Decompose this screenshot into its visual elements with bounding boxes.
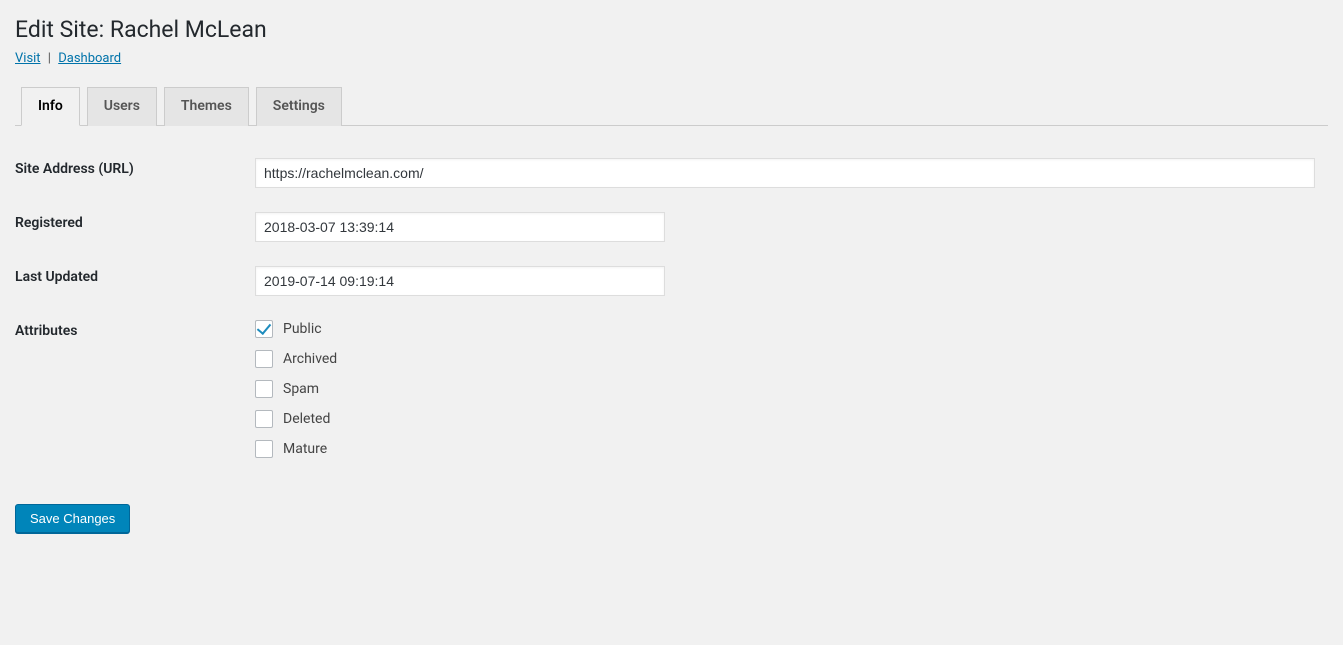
nav-tabs: Info Users Themes Settings — [15, 86, 1328, 126]
attr-archived-label: Archived — [283, 351, 337, 367]
edit-site-page: Edit Site: Rachel McLean Visit | Dashboa… — [0, 0, 1343, 553]
attr-public-label: Public — [283, 321, 322, 337]
registered-label: Registered — [15, 200, 255, 254]
attr-spam-label: Spam — [283, 381, 319, 397]
last-updated-label: Last Updated — [15, 254, 255, 308]
attr-spam-checkbox[interactable] — [255, 380, 273, 398]
save-changes-button[interactable]: Save Changes — [15, 504, 130, 533]
tab-themes[interactable]: Themes — [164, 87, 249, 126]
tab-info[interactable]: Info — [21, 87, 80, 126]
sublinks: Visit | Dashboard — [15, 51, 1328, 66]
attr-archived-checkbox[interactable] — [255, 350, 273, 368]
tab-users[interactable]: Users — [87, 87, 157, 126]
attributes-label: Attributes — [15, 308, 255, 482]
attr-mature-label: Mature — [283, 441, 327, 457]
registered-input[interactable] — [255, 212, 665, 242]
attr-mature[interactable]: Mature — [255, 440, 1318, 458]
attr-public-checkbox[interactable] — [255, 320, 273, 338]
attr-deleted-checkbox[interactable] — [255, 410, 273, 428]
attr-mature-checkbox[interactable] — [255, 440, 273, 458]
attr-spam[interactable]: Spam — [255, 380, 1318, 398]
attr-deleted[interactable]: Deleted — [255, 410, 1318, 428]
attr-deleted-label: Deleted — [283, 411, 330, 427]
separator: | — [44, 51, 55, 66]
site-address-input[interactable] — [255, 158, 1315, 188]
site-address-label: Site Address (URL) — [15, 146, 255, 200]
visit-link[interactable]: Visit — [15, 51, 41, 66]
last-updated-input[interactable] — [255, 266, 665, 296]
tab-settings[interactable]: Settings — [256, 87, 342, 126]
page-title: Edit Site: Rachel McLean — [15, 16, 1328, 43]
form-table: Site Address (URL) Registered Last Updat… — [15, 146, 1328, 482]
dashboard-link[interactable]: Dashboard — [58, 51, 121, 66]
attributes-checkboxes: Public Archived Spam Deleted — [255, 320, 1318, 458]
attr-archived[interactable]: Archived — [255, 350, 1318, 368]
attr-public[interactable]: Public — [255, 320, 1318, 338]
